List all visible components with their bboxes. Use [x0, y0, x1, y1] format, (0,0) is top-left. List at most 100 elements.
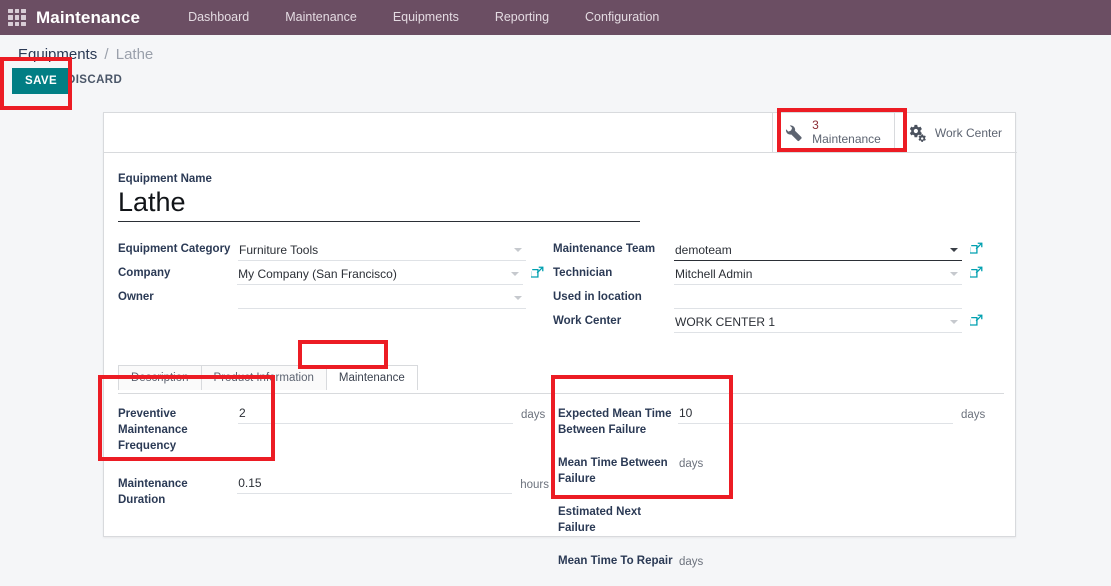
- used-in-location-label: Used in location: [553, 291, 642, 303]
- mttr-suffix: days: [679, 556, 704, 568]
- maintenance-team-value: demoteam: [675, 243, 732, 257]
- field-expected-mtbf: Expected Mean Time Between Failure 10 da…: [558, 406, 994, 438]
- maintenance-duration-wrap: 0.15 hours: [237, 476, 549, 494]
- form-body: Equipment Name Lathe Equipment Category …: [104, 154, 1017, 575]
- equipment-name-block: Equipment Name Lathe: [118, 173, 1017, 222]
- field-mtbf: Mean Time Between Failure days: [558, 455, 994, 487]
- equipment-name-input[interactable]: Lathe: [118, 187, 640, 222]
- owner-input[interactable]: [238, 288, 526, 309]
- field-maintenance-team: Maintenance Team demoteam: [553, 240, 984, 264]
- save-button[interactable]: SAVE: [12, 68, 71, 94]
- expected-mtbf-suffix: days: [961, 409, 986, 421]
- owner-label: Owner: [118, 291, 154, 303]
- field-owner: Owner: [118, 288, 544, 312]
- technician-label: Technician: [553, 267, 613, 279]
- menu-item-equipments[interactable]: Equipments: [375, 0, 477, 35]
- form-column-left: Equipment Category Furniture Tools Compa…: [104, 240, 544, 336]
- wrench-icon: [786, 125, 802, 142]
- preventive-maintenance-frequency-wrap: 2 days: [238, 406, 545, 424]
- apps-grid-icon[interactable]: [8, 8, 26, 27]
- chevron-down-icon[interactable]: [950, 272, 958, 276]
- company-external-link-icon[interactable]: [529, 264, 544, 284]
- notebook-tabs: Description Product Information Maintena…: [118, 365, 1017, 394]
- chevron-down-icon[interactable]: [514, 296, 522, 300]
- estimated-next-failure-value: [678, 504, 679, 522]
- used-in-location-input[interactable]: [674, 288, 962, 309]
- work-center-label: Work Center: [553, 315, 622, 327]
- field-used-in-location: Used in location: [553, 288, 984, 312]
- notebook: Description Product Information Maintena…: [104, 365, 1017, 575]
- work-center-stat-label: Work Center: [934, 125, 1002, 140]
- estimated-next-failure-wrap: [678, 504, 679, 522]
- chevron-down-icon[interactable]: [950, 248, 958, 252]
- company-value: My Company (San Francisco): [238, 267, 397, 281]
- form-column-right: Maintenance Team demoteam Technician Mit…: [544, 240, 984, 336]
- app-brand-title: Maintenance: [36, 7, 141, 27]
- mttr-label: Mean Time To Repair: [558, 555, 673, 567]
- breadcrumb-parent-equipments[interactable]: Equipments: [18, 46, 97, 63]
- breadcrumb-separator: /: [104, 46, 109, 63]
- chevron-down-icon[interactable]: [950, 320, 958, 324]
- tab-bottom-divider: [118, 393, 1004, 394]
- preventive-maintenance-frequency-suffix: days: [521, 409, 546, 421]
- maintenance-tab-column-right: Expected Mean Time Between Failure 10 da…: [549, 406, 994, 575]
- maintenance-tab-columns: Preventive Maintenance Frequency 2 days …: [104, 406, 1017, 575]
- field-company: Company My Company (San Francisco): [118, 264, 544, 288]
- preventive-maintenance-frequency-input[interactable]: 2: [238, 406, 513, 424]
- tab-product-information[interactable]: Product Information: [200, 365, 327, 390]
- field-estimated-next-failure: Estimated Next Failure: [558, 504, 994, 536]
- mtbf-label: Mean Time Between Failure: [558, 457, 668, 485]
- field-mttr: Mean Time To Repair days: [558, 553, 994, 571]
- top-navbar: Maintenance Dashboard Maintenance Equipm…: [0, 0, 1111, 35]
- equipment-category-input[interactable]: Furniture Tools: [238, 240, 526, 261]
- chevron-down-icon[interactable]: [511, 272, 519, 276]
- breadcrumb: Equipments / Lathe: [18, 46, 153, 63]
- breadcrumb-current-record: Lathe: [115, 46, 154, 63]
- menu-item-dashboard[interactable]: Dashboard: [170, 0, 267, 35]
- mtbf-suffix: days: [679, 458, 704, 470]
- form-columns: Equipment Category Furniture Tools Compa…: [104, 240, 1017, 336]
- main-menu: Dashboard Maintenance Equipments Reporti…: [170, 0, 677, 35]
- company-input[interactable]: My Company (San Francisco): [237, 264, 523, 285]
- menu-item-maintenance[interactable]: Maintenance: [267, 0, 375, 35]
- maintenance-duration-input[interactable]: 0.15: [237, 476, 513, 494]
- expected-mtbf-label: Expected Mean Time Between Failure: [558, 408, 672, 436]
- field-work-center: Work Center WORK CENTER 1: [553, 312, 984, 336]
- maintenance-team-input[interactable]: demoteam: [674, 240, 962, 261]
- equipment-category-value: Furniture Tools: [239, 243, 319, 257]
- field-preventive-maintenance-frequency: Preventive Maintenance Frequency 2 days: [118, 406, 549, 454]
- maintenance-team-label: Maintenance Team: [553, 243, 656, 255]
- gears-icon: [909, 124, 926, 142]
- mttr-wrap: days: [678, 553, 703, 571]
- menu-item-reporting[interactable]: Reporting: [477, 0, 567, 35]
- mtbf-wrap: days: [678, 455, 703, 473]
- maintenance-duration-suffix: hours: [520, 479, 549, 491]
- tab-maintenance[interactable]: Maintenance: [325, 365, 418, 390]
- stat-button-maintenance[interactable]: 3 Maintenance: [772, 113, 894, 152]
- stat-buttons-container: 3 Maintenance Work Center: [772, 113, 1015, 153]
- tab-description[interactable]: Description: [118, 365, 202, 390]
- discard-button[interactable]: DISCARD: [67, 74, 122, 86]
- maintenance-team-external-link-icon[interactable]: [968, 240, 983, 260]
- control-panel: Equipments / Lathe: [0, 35, 1111, 105]
- estimated-next-failure-label: Estimated Next Failure: [558, 506, 642, 534]
- maintenance-stat-label: Maintenance: [812, 131, 881, 146]
- maintenance-duration-label: Maintenance Duration: [118, 478, 188, 506]
- work-center-input[interactable]: WORK CENTER 1: [674, 312, 962, 333]
- tab-panel-maintenance: Preventive Maintenance Frequency 2 days …: [104, 390, 1017, 575]
- work-center-value: WORK CENTER 1: [675, 315, 776, 329]
- record-form-sheet: 3 Maintenance Work Center Equipment Name…: [103, 112, 1017, 568]
- stat-button-maintenance-text: 3 Maintenance: [812, 118, 881, 147]
- chevron-down-icon[interactable]: [514, 248, 522, 252]
- stat-button-work-center[interactable]: Work Center: [893, 113, 1015, 152]
- expected-mtbf-input[interactable]: 10: [678, 406, 953, 424]
- technician-input[interactable]: Mitchell Admin: [674, 264, 962, 285]
- field-equipment-category: Equipment Category Furniture Tools: [118, 240, 544, 264]
- work-center-external-link-icon[interactable]: [968, 312, 983, 332]
- menu-item-configuration[interactable]: Configuration: [567, 0, 677, 35]
- maintenance-tab-column-left: Preventive Maintenance Frequency 2 days …: [104, 406, 549, 575]
- expected-mtbf-wrap: 10 days: [678, 406, 985, 424]
- technician-external-link-icon[interactable]: [968, 264, 983, 284]
- field-maintenance-duration: Maintenance Duration 0.15 hours: [118, 476, 549, 508]
- company-label: Company: [118, 267, 171, 279]
